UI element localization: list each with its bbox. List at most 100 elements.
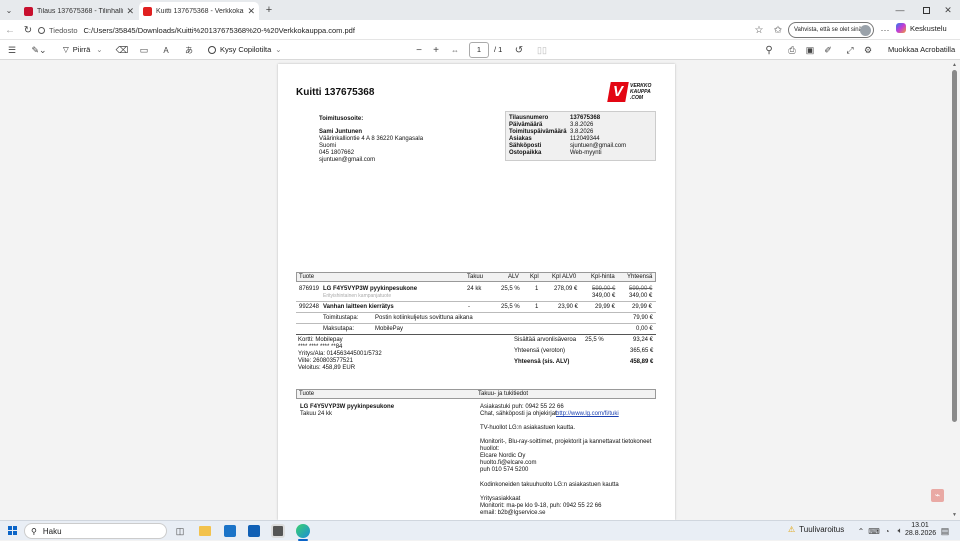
app-icon[interactable] <box>271 524 285 538</box>
copilot-icon <box>208 45 216 54</box>
save-icon[interactable]: ▣ <box>804 44 816 56</box>
close-icon[interactable]: ✕ <box>126 6 134 17</box>
file-explorer-icon[interactable] <box>199 526 211 536</box>
chevron-up-icon[interactable]: ⌃ <box>856 526 866 536</box>
maximize-icon[interactable] <box>920 4 932 16</box>
warranty-line: Monitorit: ma-pe klo 9-18, puh: 0942 55 … <box>480 503 602 509</box>
volume-icon[interactable]: 🔈︎ <box>895 526 905 536</box>
window-close-icon[interactable]: ✕ <box>942 4 954 16</box>
favorites-icon[interactable]: ✩ <box>772 24 784 36</box>
url-scheme-label: Tiedosto <box>49 25 78 35</box>
zoom-out-icon[interactable]: − <box>413 44 425 56</box>
copilot-icon <box>896 23 906 33</box>
payment-method-value: MobilePay <box>375 326 404 332</box>
scrollbar-thumb[interactable] <box>952 70 957 422</box>
back-arrow-icon[interactable]: ← <box>4 24 16 36</box>
copilot-chat-button[interactable]: Keskustelu <box>896 23 947 33</box>
close-icon[interactable]: ✕ <box>247 6 255 17</box>
rotate-icon[interactable]: ↺ <box>513 44 525 56</box>
edit-acrobat-button[interactable]: Muokkaa Acrobatilla <box>888 45 955 54</box>
start-windows-icon[interactable] <box>8 526 17 535</box>
warranty-product: LG F4Y5VYP3W pyykinpesukone <box>300 404 395 410</box>
item-vat: 25,5 % <box>501 304 520 310</box>
fit-page-icon[interactable]: ⇔ <box>449 44 461 56</box>
tab-strip: ⌄ Tilaus 137675368 - Tilinhallinta - V ✕… <box>0 0 960 20</box>
payment-info-line: **** **** **** **84 <box>298 344 343 350</box>
item-warranty: - <box>468 304 470 310</box>
delivery-cost: 79,90 € <box>633 315 654 321</box>
wifi-icon[interactable]: ◔ <box>882 526 892 536</box>
pdf-viewer[interactable]: Kuitti 137675368 V VERKKO KAUPPA .COM To… <box>0 60 960 520</box>
avatar <box>860 25 871 36</box>
url-field[interactable]: Tiedosto C:/Users/35845/Downloads/Kuitti… <box>38 22 768 38</box>
info-key: Sähköposti <box>509 143 542 149</box>
new-tab-plus-icon[interactable]: + <box>263 4 275 16</box>
totals-label: Yhteensä (veroton) <box>514 348 566 354</box>
warranty-line: Kodinkoneiden takuuhuolto LG:n asiakastu… <box>480 482 619 488</box>
keyboard-icon[interactable]: ⌨ <box>868 526 880 536</box>
tab-receipt[interactable]: Kuitti 137675368 - Verkkokauppa.c ✕ <box>139 2 259 20</box>
store-icon[interactable] <box>224 525 236 537</box>
clock[interactable]: 13.01 28.8.2026 <box>905 522 936 538</box>
item-name: Vanhan laitteen kierrätys <box>323 304 394 310</box>
minimize-icon[interactable]: — <box>894 4 906 16</box>
draw-button[interactable]: ▽ Piirrä ⌄ <box>63 45 103 54</box>
edge-icon[interactable] <box>296 524 310 538</box>
verkkokauppa-logo: V VERKKO KAUPPA .COM <box>607 82 657 102</box>
search-icon[interactable]: ⚲ <box>763 44 775 56</box>
support-link[interactable]: http://www.lg.com/fi/tuki <box>556 411 619 417</box>
task-view-icon[interactable]: ◫ <box>174 525 186 537</box>
taskbar-search[interactable]: ⚲ Haku <box>24 523 167 539</box>
url-text: C:/Users/35845/Downloads/Kuitti%20137675… <box>83 25 355 35</box>
info-value: sjuntuen@gmail.com <box>570 143 627 149</box>
delivery-method-label: Toimitustapa: <box>323 315 359 321</box>
more-menu-icon[interactable]: ··· <box>879 24 891 36</box>
acrobat-floating-icon[interactable]: ⌁ <box>931 489 944 502</box>
payment-info-line: Yritys/Ala: 014563445001/5732 <box>298 351 382 357</box>
outlook-icon[interactable] <box>248 525 260 537</box>
view-icon[interactable]: ▭ <box>138 44 150 56</box>
payment-method-label: Maksutapa: <box>323 326 355 332</box>
notifications-icon[interactable]: ▤ <box>939 525 951 537</box>
settings-gear-icon[interactable]: ⚙ <box>862 44 874 56</box>
payment-info-line: Kortti: Mobilepay <box>298 337 343 343</box>
eraser-icon[interactable]: ⌫ <box>116 44 129 56</box>
email: sjuntuen@gmail.com <box>319 157 376 163</box>
vertical-scrollbar[interactable]: ▲ ▼ <box>950 60 960 520</box>
warranty-line: email: b2b@lgservice.se <box>480 510 546 516</box>
tab-title: Kuitti 137675368 - Verkkokauppa.c <box>156 7 244 15</box>
tab-order[interactable]: Tilaus 137675368 - Tilinhallinta - V ✕ <box>20 2 138 20</box>
reload-icon[interactable]: ↻ <box>22 24 34 36</box>
page-number-input[interactable]: 1 <box>469 42 489 58</box>
phone: 045 1807662 <box>319 150 355 156</box>
print-icon[interactable]: ⎙ <box>786 44 798 56</box>
highlight-icon[interactable]: ✎⌄ <box>28 44 50 56</box>
two-page-icon[interactable]: ▯▯ <box>536 44 548 56</box>
profile-pill-text: Vahvista, että se olet sinä <box>794 27 862 33</box>
info-value: 3.8.2026 <box>570 129 594 135</box>
save-as-icon[interactable]: ✐ <box>822 44 834 56</box>
fullscreen-icon[interactable]: ⤢ <box>844 44 856 56</box>
grand-total-label: Yhteensä (sis. ALV) <box>514 359 570 365</box>
scroll-down-icon[interactable]: ▼ <box>952 512 957 518</box>
chevron-down-icon: ⌄ <box>275 45 282 54</box>
favorite-star-icon[interactable]: ☆ <box>753 24 765 36</box>
read-aloud-icon[interactable]: A <box>160 44 172 56</box>
scroll-up-icon[interactable]: ▲ <box>952 62 957 68</box>
customer-name: Sami Juntunen <box>319 129 363 135</box>
translate-icon[interactable]: あ <box>182 44 196 56</box>
ask-copilot-button[interactable]: Kysy Copilotilta ⌄ <box>208 45 282 54</box>
weather-text: Tuulivaroitus <box>799 525 845 534</box>
tab-list-chevron-icon[interactable]: ⌄ <box>4 5 14 15</box>
zoom-in-icon[interactable]: + <box>430 44 442 56</box>
divider <box>296 334 656 335</box>
col-header: Tuote <box>299 274 315 280</box>
warranty-line: Asiakastuki puh: 0942 55 22 66 <box>480 404 564 410</box>
search-placeholder: Haku <box>42 526 62 536</box>
item-old-price: 599,00 € <box>592 286 616 292</box>
weather-widget[interactable]: ⚠ Tuulivaroitus <box>788 525 844 534</box>
country: Suomi <box>319 143 337 149</box>
profile-pill[interactable]: Vahvista, että se olet sinä <box>788 22 874 38</box>
contents-icon[interactable]: ☰ <box>6 44 18 56</box>
grand-total-value: 458,89 € <box>630 359 654 365</box>
